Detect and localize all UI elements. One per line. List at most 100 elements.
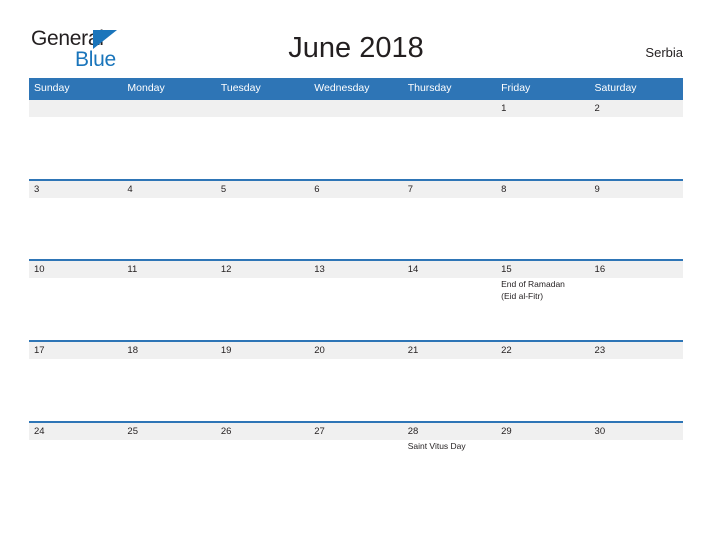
day-cell[interactable]: 6 [309, 181, 402, 198]
day-events[interactable] [496, 198, 589, 260]
day-events[interactable] [216, 198, 309, 260]
day-number: 30 [594, 425, 606, 437]
day-number: 18 [127, 345, 138, 357]
day-cell[interactable]: 17 [29, 342, 122, 359]
weekday-header-monday: Monday [127, 82, 165, 94]
day-cell[interactable]: 23 [590, 342, 683, 359]
day-cell[interactable]: 4 [122, 181, 215, 198]
day-cell[interactable]: 22 [496, 342, 589, 359]
day-number: 26 [220, 425, 232, 437]
day-cell[interactable]: 27 [309, 423, 402, 440]
calendar-week-row: 10 11 12 13 14 15 16 End of Ramadan (Eid… [29, 259, 683, 341]
day-number: 24 [34, 425, 45, 437]
week-daynum-band: 1 2 [29, 100, 683, 117]
day-cell[interactable] [309, 100, 402, 117]
day-events[interactable] [216, 440, 309, 502]
weekday-header-row: Sunday Monday Tuesday Wednesday Thursday… [29, 78, 683, 98]
week-daynum-band: 17 18 19 20 21 22 23 [29, 342, 683, 360]
day-events[interactable] [403, 117, 496, 179]
day-cell[interactable] [29, 100, 122, 117]
day-cell[interactable]: 13 [309, 261, 402, 278]
week-daynum-band: 24 25 26 27 28 29 30 [29, 422, 683, 440]
day-events[interactable] [403, 278, 496, 340]
day-cell[interactable]: 30 [590, 423, 683, 440]
day-cell[interactable]: 10 [29, 261, 122, 278]
day-cell[interactable]: 7 [403, 181, 496, 198]
day-cell[interactable]: 28 [403, 423, 496, 440]
day-events[interactable] [122, 278, 215, 340]
day-cell[interactable]: 16 [590, 261, 683, 278]
day-cell[interactable] [216, 100, 309, 117]
day-events[interactable] [309, 117, 402, 179]
day-events[interactable] [29, 117, 122, 179]
day-cell[interactable]: 9 [590, 181, 683, 198]
day-events[interactable] [309, 359, 402, 421]
day-events[interactable]: Saint Vitus Day [403, 440, 496, 502]
calendar-week-row: 17 18 19 20 21 22 23 [29, 340, 683, 421]
day-number: 23 [594, 345, 606, 357]
day-cell[interactable]: 25 [122, 423, 215, 440]
day-events[interactable] [216, 117, 309, 179]
page-header: General Blue June 2018 Serbia [0, 0, 712, 78]
day-cell[interactable]: 8 [496, 181, 589, 198]
day-cell[interactable]: 5 [216, 181, 309, 198]
day-cell[interactable]: 19 [216, 342, 309, 359]
day-events[interactable] [496, 359, 589, 421]
day-events[interactable] [590, 198, 683, 260]
day-events[interactable] [309, 278, 402, 340]
day-events[interactable] [309, 440, 402, 502]
day-events[interactable] [403, 359, 496, 421]
day-cell[interactable]: 11 [122, 261, 215, 278]
day-events[interactable] [216, 278, 309, 340]
day-cell[interactable]: 26 [216, 423, 309, 440]
weekday-header-saturday: Saturday [594, 82, 637, 94]
day-number [216, 100, 309, 117]
week-events-band [29, 198, 683, 260]
day-events[interactable] [29, 198, 122, 260]
day-number: 13 [314, 264, 325, 276]
day-cell[interactable]: 3 [29, 181, 122, 198]
day-events[interactable] [29, 359, 122, 421]
day-events[interactable] [590, 359, 683, 421]
day-events[interactable] [122, 117, 215, 179]
day-number: 1 [501, 103, 507, 114]
day-cell[interactable]: 15 [496, 261, 589, 278]
day-cell[interactable]: 2 [590, 100, 683, 117]
day-events[interactable] [122, 359, 215, 421]
day-number: 9 [594, 183, 600, 195]
day-events[interactable] [29, 278, 122, 340]
weekday-header-tuesday: Tuesday [220, 82, 261, 94]
day-number [309, 100, 402, 117]
day-cell[interactable] [122, 100, 215, 117]
day-events[interactable] [590, 440, 683, 502]
day-events[interactable] [29, 440, 122, 502]
day-cell[interactable] [403, 100, 496, 117]
day-cell[interactable]: 20 [309, 342, 402, 359]
day-events[interactable] [590, 117, 683, 179]
day-number: 11 [127, 264, 138, 276]
day-number: 2 [594, 103, 600, 114]
day-events[interactable] [216, 359, 309, 421]
day-number: 22 [501, 345, 512, 357]
event-label: End of Ramadan (Eid al-Fitr) [501, 279, 565, 301]
day-events[interactable]: End of Ramadan (Eid al-Fitr) [496, 278, 589, 340]
day-cell[interactable]: 1 [496, 100, 589, 117]
day-events[interactable] [590, 278, 683, 340]
calendar-week-row: 3 4 5 6 7 8 9 [29, 178, 683, 260]
day-events[interactable] [309, 198, 402, 260]
day-events[interactable] [122, 440, 215, 502]
day-events[interactable] [403, 198, 496, 260]
day-cell[interactable]: 18 [122, 342, 215, 359]
day-number: 20 [314, 345, 325, 357]
day-number [29, 100, 122, 117]
day-cell[interactable]: 21 [403, 342, 496, 359]
day-events[interactable] [122, 198, 215, 260]
day-events[interactable] [496, 440, 589, 502]
day-number [403, 100, 496, 117]
day-cell[interactable]: 12 [216, 261, 309, 278]
day-cell[interactable]: 14 [403, 261, 496, 278]
day-cell[interactable]: 24 [29, 423, 122, 440]
day-cell[interactable]: 29 [496, 423, 589, 440]
day-events[interactable] [496, 117, 589, 179]
day-number: 8 [501, 183, 507, 195]
